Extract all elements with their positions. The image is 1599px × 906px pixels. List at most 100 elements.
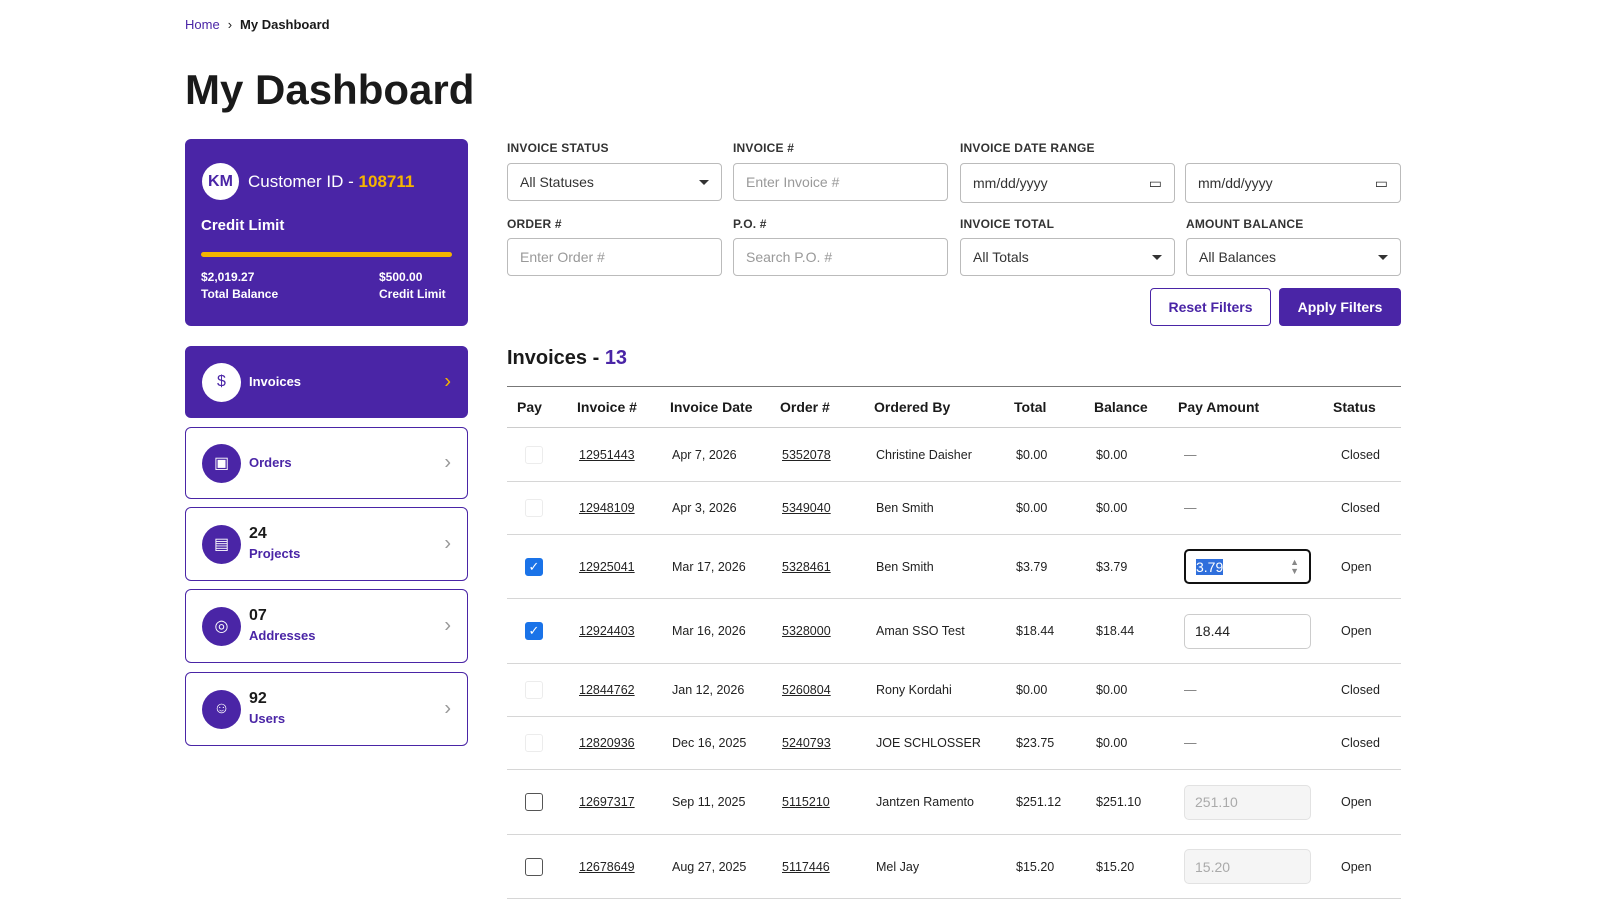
invoice-total-select[interactable]: All Totals (960, 238, 1175, 276)
invoice-link[interactable]: 12844762 (579, 683, 635, 697)
caret-down-icon (1378, 254, 1388, 260)
ordered-by: Christine Daisher (864, 427, 1004, 482)
total: $0.00 (1004, 663, 1084, 717)
ordered-by: Aman SSO Test (864, 598, 1004, 664)
order-link[interactable]: 5352078 (782, 448, 831, 462)
date-range-label: INVOICE DATE RANGE (960, 141, 1095, 155)
invoice-link[interactable]: 12948109 (579, 501, 635, 515)
invoice-date: Sep 11, 2025 (660, 769, 770, 835)
customer-card: KM Customer ID - 108711 Credit Limit $2,… (185, 139, 468, 326)
invoice-status-label: INVOICE STATUS (507, 141, 609, 155)
date-to-value: mm/dd/yyyy (1198, 175, 1273, 191)
po-no-input[interactable]: Search P.O. # (733, 238, 948, 276)
pay-amount-input[interactable]: 18.44 (1184, 613, 1311, 649)
invoice-date: Mar 16, 2026 (660, 598, 770, 664)
sidebar-item-label: Orders (249, 455, 292, 470)
chevron-right-icon: › (444, 614, 451, 637)
users-icon: ☺ (202, 689, 241, 729)
orders-icon: ▣ (202, 443, 241, 483)
sidebar-item-orders[interactable]: ▣ Orders › (185, 427, 468, 499)
invoice-link[interactable]: 12820936 (579, 736, 635, 750)
sidebar-item-users[interactable]: ☺ 92 Users › (185, 672, 468, 746)
pay-checkbox[interactable] (525, 793, 543, 811)
invoice-status-select[interactable]: All Statuses (507, 163, 722, 201)
invoice-total-label: INVOICE TOTAL (960, 217, 1055, 231)
breadcrumb-home[interactable]: Home (185, 17, 220, 32)
table-row: 12951443 Apr 7, 2026 5352078 Christine D… (507, 427, 1401, 482)
pay-checkbox[interactable] (525, 857, 543, 876)
date-from-input[interactable]: mm/dd/yyyy ▭ (960, 163, 1175, 203)
apply-filters-button[interactable]: Apply Filters (1279, 288, 1401, 326)
avatar: KM (202, 163, 239, 200)
invoices-count: 13 (604, 347, 628, 369)
invoice-date: Mar 17, 2026 (660, 534, 770, 599)
spinner-icon[interactable]: ▲ ▼ (1290, 557, 1299, 576)
date-from-value: mm/dd/yyyy (973, 175, 1048, 191)
status: Closed (1323, 716, 1401, 770)
amount-balance-select[interactable]: All Balances (1186, 238, 1401, 276)
invoice-link[interactable]: 12951443 (579, 448, 635, 462)
reset-filters-button[interactable]: Reset Filters (1150, 288, 1271, 326)
calendar-icon[interactable]: ▭ (1375, 175, 1388, 192)
ordered-by: Mel Jay (864, 834, 1004, 899)
invoice-link[interactable]: 12925041 (579, 560, 635, 574)
pay-amount-empty: — (1184, 447, 1197, 462)
chevron-right-icon: › (444, 532, 451, 555)
invoice-date: Apr 7, 2026 (660, 427, 770, 482)
invoice-link[interactable]: 12678649 (579, 860, 635, 874)
sidebar-item-addresses[interactable]: ◎ 07 Addresses › (185, 589, 468, 663)
total: $18.44 (1004, 598, 1084, 664)
total: $23.75 (1004, 716, 1084, 770)
total: $0.00 (1004, 481, 1084, 535)
pay-checkbox-disabled (525, 734, 543, 752)
invoice-no-label: INVOICE # (733, 141, 795, 155)
amount-balance-value: All Balances (1199, 249, 1277, 265)
invoice-icon: $ (202, 362, 241, 402)
status: Open (1323, 534, 1401, 599)
column-header: Pay Amount (1168, 386, 1323, 428)
pay-checkbox[interactable]: ✓ (525, 557, 543, 576)
addresses-icon: ◎ (202, 606, 241, 646)
pay-amount-input[interactable]: 3.79 ▲ ▼ (1184, 549, 1311, 584)
table-row: 12678649 Aug 27, 2025 5117446 Mel Jay $1… (507, 834, 1401, 899)
total: $0.00 (1004, 427, 1084, 482)
order-link[interactable]: 5115210 (782, 795, 830, 809)
order-link[interactable]: 5260804 (782, 683, 831, 697)
ordered-by: Ben Smith (864, 534, 1004, 599)
projects-icon: ▤ (202, 524, 241, 564)
order-link[interactable]: 5349040 (782, 501, 831, 515)
balance: $251.10 (1084, 769, 1168, 835)
calendar-icon[interactable]: ▭ (1149, 175, 1162, 192)
column-header: Total (1004, 386, 1084, 428)
sidebar-item-projects[interactable]: ▤ 24 Projects › (185, 507, 468, 581)
sidebar-item-invoices[interactable]: $ Invoices › (185, 346, 468, 418)
order-link[interactable]: 5328000 (782, 624, 831, 638)
pay-checkbox[interactable]: ✓ (525, 622, 543, 640)
invoice-link[interactable]: 12924403 (579, 624, 635, 638)
balance: $0.00 (1084, 663, 1168, 717)
invoice-total-value: All Totals (973, 249, 1029, 265)
status: Open (1323, 769, 1401, 835)
customer-id-value: 108711 (358, 172, 415, 191)
invoice-date: Jan 12, 2026 (660, 663, 770, 717)
ordered-by: JOE SCHLOSSER (864, 716, 1004, 770)
balance: $0.00 (1084, 427, 1168, 482)
invoices-table: Pay Invoice # Invoice Date Order # Ordered B… (507, 386, 1401, 899)
balance: $3.79 (1084, 534, 1168, 599)
breadcrumb: Home › My Dashboard (185, 17, 330, 32)
column-header: Balance (1084, 386, 1168, 428)
pay-amount-empty: — (1184, 501, 1197, 515)
order-link[interactable]: 5240793 (782, 736, 831, 750)
order-link[interactable]: 5117446 (782, 860, 830, 874)
order-link[interactable]: 5328461 (782, 560, 831, 574)
ordered-by: Rony Kordahi (864, 663, 1004, 717)
table-row: 12820936 Dec 16, 2025 5240793 JOE SCHLOS… (507, 716, 1401, 770)
invoice-link[interactable]: 12697317 (579, 795, 635, 809)
order-no-input[interactable]: Enter Order # (507, 238, 722, 276)
credit-limit: $500.00 Credit Limit (379, 269, 446, 303)
date-to-input[interactable]: mm/dd/yyyy ▭ (1185, 163, 1401, 203)
invoices-title: Invoices - (507, 347, 605, 369)
chevron-right-icon: › (227, 17, 233, 32)
invoice-no-input[interactable]: Enter Invoice # (733, 163, 948, 201)
status: Open (1323, 834, 1401, 899)
